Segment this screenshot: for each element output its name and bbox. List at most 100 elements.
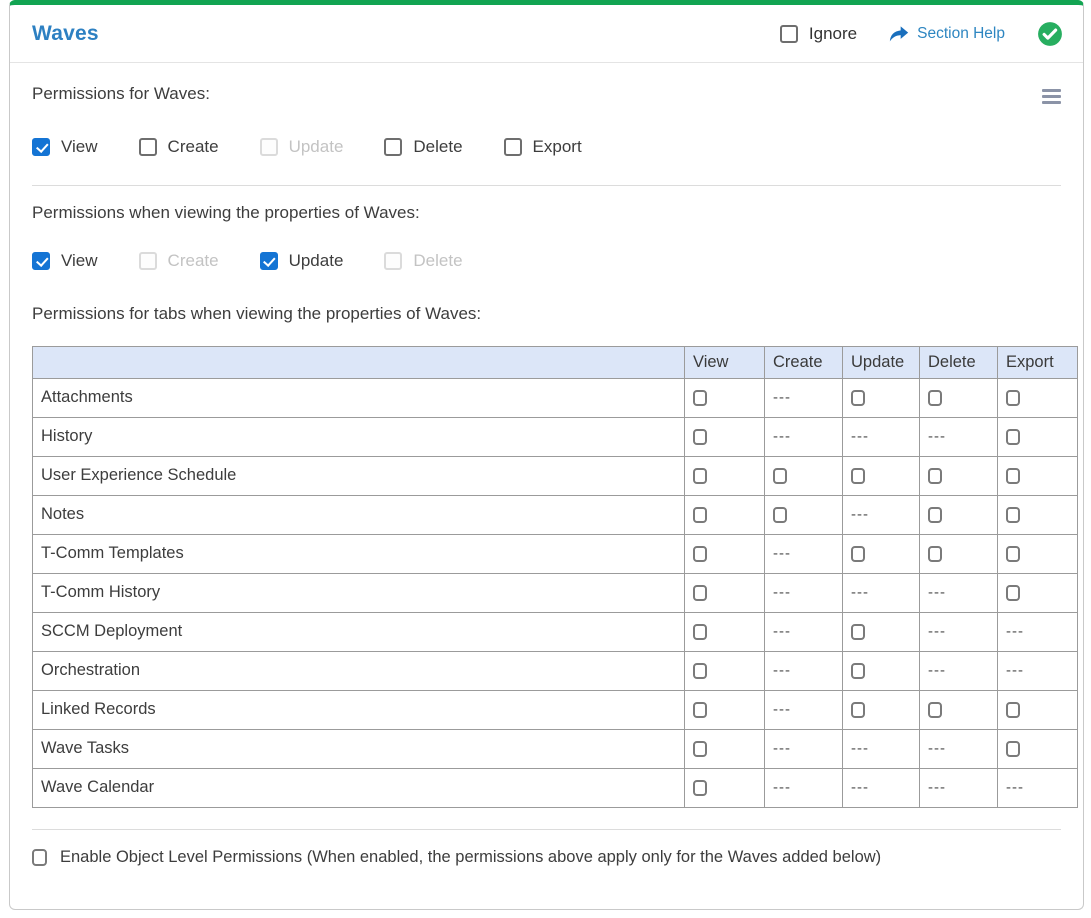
properties-update-checkbox[interactable] — [259, 251, 278, 270]
t-comm-templates-delete-checkbox[interactable] — [928, 546, 942, 563]
sccm-deployment-view-checkbox[interactable] — [693, 624, 707, 641]
main-view-checkbox[interactable] — [32, 137, 50, 156]
footer-divider — [32, 828, 1061, 830]
not-applicable-dash: --- — [773, 740, 791, 758]
enable-object-level-permissions-checkbox[interactable] — [32, 848, 47, 866]
orchestration-update-checkbox[interactable] — [851, 663, 865, 680]
enable-object-level-permissions-option[interactable]: Enable Object Level Permissions (When en… — [32, 848, 1061, 867]
properties-view-option[interactable]: View — [32, 251, 98, 271]
permissions-properties-label: Permissions when viewing the properties … — [32, 202, 420, 222]
linked-records-delete-checkbox[interactable] — [928, 702, 942, 719]
permissions-main-group: View Create Update Delete Export — [32, 137, 1061, 157]
sccm-deployment-update-checkbox[interactable] — [851, 624, 865, 641]
attachments-delete-checkbox[interactable] — [928, 390, 942, 407]
t-comm-templates-export-checkbox[interactable] — [1006, 546, 1020, 563]
main-create-checkbox[interactable] — [138, 137, 157, 156]
notes-create-checkbox[interactable] — [773, 507, 787, 524]
linked-records-view-checkbox[interactable] — [693, 702, 707, 719]
permission-cell[interactable] — [684, 572, 765, 613]
permission-cell[interactable] — [684, 650, 765, 691]
permission-cell[interactable] — [842, 455, 920, 496]
permission-cell[interactable] — [684, 416, 765, 457]
permission-cell[interactable] — [684, 377, 765, 418]
permission-cell: --- — [919, 767, 998, 808]
ignore-option[interactable]: Ignore — [779, 24, 857, 44]
not-applicable-dash: --- — [928, 623, 946, 641]
not-applicable-dash: --- — [773, 389, 791, 407]
permission-cell[interactable] — [919, 377, 998, 418]
properties-update-option[interactable]: Update — [259, 251, 343, 271]
notes-delete-checkbox[interactable] — [928, 507, 942, 524]
ignore-checkbox[interactable] — [779, 24, 798, 43]
t-comm-history-export-checkbox[interactable] — [1006, 585, 1020, 602]
permission-cell[interactable] — [919, 455, 998, 496]
tab-name-cell: T-Comm Templates — [32, 533, 685, 574]
permission-cell[interactable] — [997, 494, 1078, 535]
main-create-option[interactable]: Create — [138, 137, 219, 157]
attachments-update-checkbox[interactable] — [851, 390, 865, 407]
attachments-view-checkbox[interactable] — [693, 390, 707, 407]
permission-cell[interactable] — [684, 533, 765, 574]
notes-view-checkbox[interactable] — [693, 507, 707, 524]
linked-records-export-checkbox[interactable] — [1006, 702, 1020, 719]
orchestration-view-checkbox[interactable] — [693, 663, 707, 680]
user-experience-schedule-delete-checkbox[interactable] — [928, 468, 942, 485]
properties-view-checkbox[interactable] — [32, 251, 50, 270]
user-experience-schedule-update-checkbox[interactable] — [851, 468, 865, 485]
page-title: Waves — [32, 21, 99, 45]
main-export-option[interactable]: Export — [503, 137, 582, 157]
permission-cell[interactable] — [684, 494, 765, 535]
linked-records-update-checkbox[interactable] — [851, 702, 865, 719]
permission-cell[interactable] — [842, 533, 920, 574]
permission-cell[interactable] — [997, 689, 1078, 730]
wave-tasks-view-checkbox[interactable] — [693, 741, 707, 758]
wave-tasks-export-checkbox[interactable] — [1006, 741, 1020, 758]
permission-cell[interactable] — [842, 689, 920, 730]
table-row: T-Comm History --- --- --- — [32, 572, 1078, 613]
user-experience-schedule-create-checkbox[interactable] — [773, 468, 787, 485]
forward-arrow-icon — [889, 26, 909, 42]
permission-cell[interactable] — [997, 728, 1078, 769]
permission-cell[interactable] — [842, 377, 920, 418]
permission-cell[interactable] — [764, 494, 843, 535]
attachments-export-checkbox[interactable] — [1006, 390, 1020, 407]
history-export-checkbox[interactable] — [1006, 429, 1020, 446]
permission-cell[interactable] — [997, 377, 1078, 418]
permission-cell[interactable] — [684, 728, 765, 769]
permission-cell: --- — [764, 650, 843, 691]
user-experience-schedule-export-checkbox[interactable] — [1006, 468, 1020, 485]
permission-cell[interactable] — [842, 650, 920, 691]
permission-cell[interactable] — [684, 689, 765, 730]
not-applicable-dash: --- — [851, 428, 869, 446]
main-export-checkbox[interactable] — [503, 137, 522, 156]
user-experience-schedule-view-checkbox[interactable] — [693, 468, 707, 485]
wave-calendar-view-checkbox[interactable] — [693, 780, 707, 797]
main-delete-checkbox[interactable] — [384, 137, 403, 156]
main-delete-option[interactable]: Delete — [384, 137, 463, 157]
permission-cell[interactable] — [919, 494, 998, 535]
permission-cell[interactable] — [919, 533, 998, 574]
tabs-permissions-label: Permissions for tabs when viewing the pr… — [32, 303, 482, 323]
permission-cell[interactable] — [684, 455, 765, 496]
permission-cell[interactable] — [842, 611, 920, 652]
permissions-main-label: Permissions for Waves: — [32, 84, 210, 103]
permission-cell[interactable] — [684, 611, 765, 652]
permission-cell[interactable] — [919, 689, 998, 730]
t-comm-templates-update-checkbox[interactable] — [851, 546, 865, 563]
menu-icon[interactable] — [1042, 84, 1061, 109]
t-comm-history-view-checkbox[interactable] — [693, 585, 707, 602]
permission-cell[interactable] — [684, 767, 765, 808]
notes-export-checkbox[interactable] — [1006, 507, 1020, 524]
permission-cell: --- — [764, 611, 843, 652]
history-view-checkbox[interactable] — [693, 429, 707, 446]
section-help-link[interactable]: Section Help — [889, 25, 1005, 43]
tab-name-cell: User Experience Schedule — [32, 455, 685, 496]
permission-cell[interactable] — [764, 455, 843, 496]
not-applicable-dash: --- — [928, 662, 946, 680]
t-comm-templates-view-checkbox[interactable] — [693, 546, 707, 563]
permission-cell[interactable] — [997, 455, 1078, 496]
permission-cell[interactable] — [997, 572, 1078, 613]
permission-cell[interactable] — [997, 533, 1078, 574]
permission-cell[interactable] — [997, 416, 1078, 457]
main-view-option[interactable]: View — [32, 137, 98, 157]
